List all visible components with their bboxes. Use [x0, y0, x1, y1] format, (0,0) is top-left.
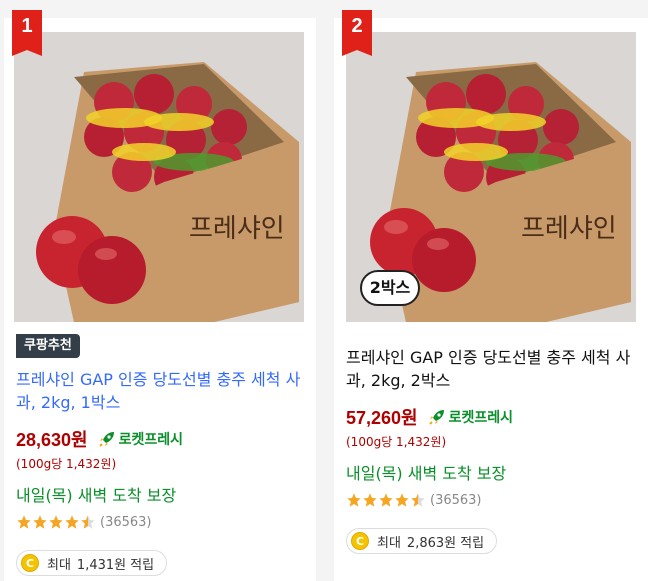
- reward-suffix: 적립: [130, 557, 155, 573]
- product-title[interactable]: 프레샤인 GAP 인증 당도선별 충주 세척 사과, 2kg, 1박스: [16, 368, 306, 414]
- rating: (36563): [16, 514, 152, 530]
- coin-icon: C: [351, 532, 369, 550]
- star-icon: [347, 493, 361, 507]
- review-count: (36563): [100, 514, 152, 530]
- product-image[interactable]: 프레샤인 2박스: [346, 32, 636, 322]
- rocket-icon: [428, 410, 444, 425]
- half-star-icon: [411, 493, 425, 507]
- reward-amount: 2,863원: [406, 535, 457, 551]
- reward-amount: 1,431원: [76, 557, 127, 573]
- recommend-brand: 쿠팡: [24, 338, 48, 353]
- reward-badge: C 최대 1,431원 적립: [16, 550, 168, 576]
- star-icon: [65, 515, 79, 529]
- quantity-badge: 2박스: [360, 270, 420, 306]
- coupang-recommend-badge: 쿠팡추천: [16, 334, 80, 358]
- rating: (36563): [346, 492, 482, 508]
- price-row: 28,630원 로켓프레시: [16, 426, 183, 452]
- coin-icon: C: [21, 554, 39, 572]
- reward-badge: C 최대 2,863원 적립: [346, 528, 498, 554]
- half-star-icon: [81, 515, 95, 529]
- price-row: 57,260원 로켓프레시: [346, 404, 513, 430]
- star-icon: [33, 515, 47, 529]
- rocket-fresh-badge: 로켓프레시: [98, 429, 183, 449]
- rocket-fresh-badge: 로켓프레시: [428, 407, 513, 427]
- svg-text:프레샤인: 프레샤인: [189, 214, 285, 244]
- arrival-guarantee: 내일(목) 새벽 도착 보장: [16, 486, 177, 505]
- rocket-icon: [98, 432, 114, 447]
- apple-box-image: 프레샤인: [14, 32, 304, 322]
- reward-suffix: 적립: [460, 535, 485, 551]
- product-card-1[interactable]: 1 프레샤인 쿠팡추천 프레샤인 GAP 인증 당도선별 충주 세척 사과, 2…: [4, 10, 316, 581]
- star-icon: [17, 515, 31, 529]
- unit-price: (100g당 1,432원): [16, 457, 117, 471]
- product-card-2[interactable]: 2 프레샤인 2박스 프레샤인 GAP 인증 당도선별 충주 세척 사과, 2k…: [334, 10, 648, 581]
- star-rating: [346, 492, 426, 508]
- svg-text:프레샤인: 프레샤인: [521, 214, 617, 244]
- arrival-guarantee: 내일(목) 새벽 도착 보장: [346, 464, 507, 483]
- price: 28,630원: [16, 430, 88, 450]
- star-icon: [379, 493, 393, 507]
- star-icon: [395, 493, 409, 507]
- product-title[interactable]: 프레샤인 GAP 인증 당도선별 충주 세척 사과, 2kg, 2박스: [346, 346, 642, 392]
- product-image[interactable]: 프레샤인: [14, 32, 304, 322]
- star-icon: [49, 515, 63, 529]
- price: 57,260원: [346, 408, 418, 428]
- reward-label: 최대: [377, 535, 401, 551]
- star-rating: [16, 514, 96, 530]
- rocket-fresh-label: 로켓프레시: [118, 432, 184, 448]
- unit-price: (100g당 1,432원): [346, 435, 447, 449]
- rocket-fresh-label: 로켓프레시: [448, 410, 514, 426]
- reward-label: 최대: [47, 557, 71, 573]
- star-icon: [363, 493, 377, 507]
- review-count: (36563): [430, 492, 482, 508]
- rank-badge: 2: [342, 10, 372, 56]
- recommend-accent: 추천: [47, 338, 72, 353]
- rank-badge: 1: [12, 10, 42, 56]
